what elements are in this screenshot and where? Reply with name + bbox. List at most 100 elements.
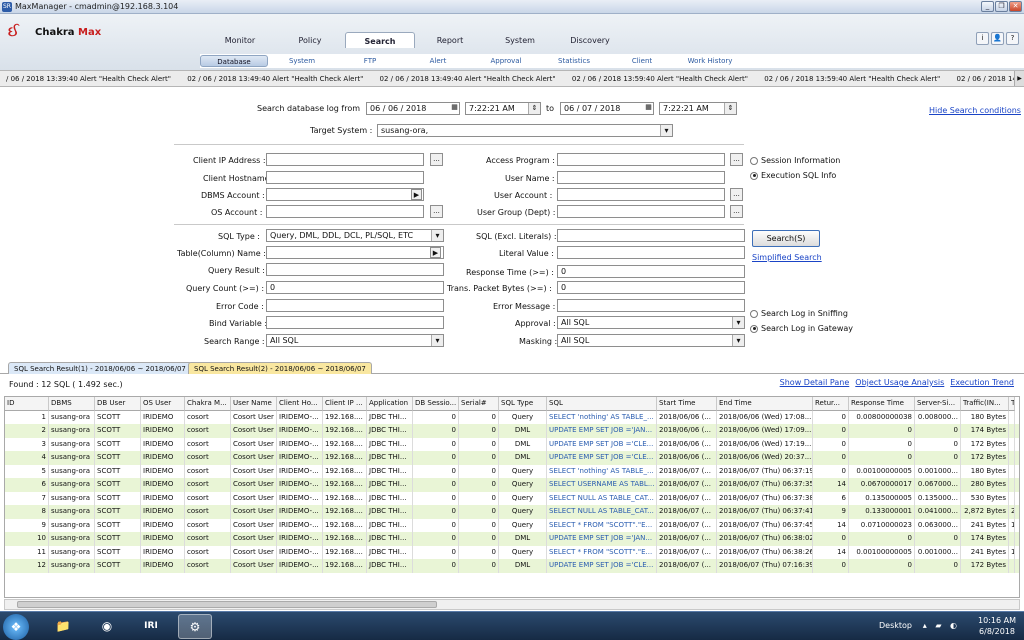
dbms-account-arrow-icon[interactable]: ▶ xyxy=(411,189,422,200)
subtab-client[interactable]: Client xyxy=(608,55,676,67)
column-header[interactable]: Client IP ... xyxy=(323,397,367,411)
literal-value-input[interactable] xyxy=(557,246,745,259)
column-header[interactable]: Application xyxy=(367,397,413,411)
column-header[interactable]: OS User xyxy=(141,397,185,411)
date-to-input[interactable]: 06 / 07 / 2018 xyxy=(560,102,654,115)
tab-system[interactable]: System xyxy=(485,32,555,48)
masking-select[interactable]: All SQL xyxy=(557,334,745,347)
search-range-select[interactable]: All SQL xyxy=(266,334,444,347)
tab-monitor[interactable]: Monitor xyxy=(205,32,275,48)
table-column-input[interactable] xyxy=(266,246,444,259)
column-header[interactable]: DB User xyxy=(95,397,141,411)
table-row[interactable]: 12 susang-ora SCOTT IRIDEMO cosort Cosort Use… xyxy=(5,559,1019,573)
column-header[interactable]: User Name xyxy=(231,397,277,411)
table-row[interactable]: 10 susang-ora SCOTT IRIDEMO cosort Cosort Use… xyxy=(5,532,1019,546)
tray-icons[interactable]: ▴ ▰ ◐ xyxy=(923,621,960,630)
execution-trend-link[interactable]: Execution Trend xyxy=(950,378,1014,387)
close-button[interactable]: ✕ xyxy=(1009,1,1022,12)
column-header[interactable]: Chakra M... xyxy=(185,397,231,411)
subtab-work-history[interactable]: Work History xyxy=(676,55,744,67)
client-hostname-input[interactable] xyxy=(266,171,424,184)
chrome-taskbar-icon[interactable]: ◉ xyxy=(90,614,124,639)
result-tab-1[interactable]: SQL Search Result(1) - 2018/06/06 ~ 2018… xyxy=(8,362,192,374)
table-row[interactable]: 6 susang-ora SCOTT IRIDEMO cosort Cosort User… xyxy=(5,478,1019,492)
column-header[interactable]: Client Ho... xyxy=(277,397,323,411)
table-column-arrow-icon[interactable]: ▶ xyxy=(430,247,441,258)
response-time-input[interactable]: 0 xyxy=(557,265,745,278)
subtab-statistics[interactable]: Statistics xyxy=(540,55,608,67)
time-to-input[interactable]: 7:22:21 AM xyxy=(659,102,737,115)
target-system-select[interactable]: susang-ora, xyxy=(377,124,673,137)
ticker-scroll-right-icon[interactable]: ▶ xyxy=(1014,71,1024,86)
tab-search[interactable]: Search xyxy=(345,32,415,48)
radio-search-log-sniffing[interactable]: Search Log in Sniffing xyxy=(750,309,848,318)
client-ip-input[interactable] xyxy=(266,153,424,166)
bind-variable-input[interactable] xyxy=(266,316,444,329)
time-from-input[interactable]: 7:22:21 AM xyxy=(465,102,541,115)
table-row[interactable]: 1 susang-ora SCOTT IRIDEMO cosort Cosort User… xyxy=(5,410,1019,424)
user-button[interactable]: 👤 xyxy=(991,32,1004,45)
simplified-search-link[interactable]: Simplified Search xyxy=(752,253,822,262)
column-header[interactable]: ID xyxy=(5,397,49,411)
subtab-ftp[interactable]: FTP xyxy=(336,55,404,67)
show-detail-pane-link[interactable]: Show Detail Pane xyxy=(780,378,850,387)
horizontal-scrollbar[interactable] xyxy=(4,599,1020,610)
help-button[interactable]: ? xyxy=(1006,32,1019,45)
table-row[interactable]: 3 susang-ora SCOTT IRIDEMO cosort Cosort User… xyxy=(5,437,1019,451)
table-row[interactable]: 5 susang-ora SCOTT IRIDEMO cosort Cosort User… xyxy=(5,464,1019,478)
client-ip-browse-button[interactable]: ... xyxy=(430,153,443,166)
column-header[interactable]: SQL Type xyxy=(499,397,547,411)
subtab-approval[interactable]: Approval xyxy=(472,55,540,67)
column-header[interactable]: DBMS xyxy=(49,397,95,411)
iri-taskbar-icon[interactable]: IRI xyxy=(134,614,168,639)
column-header[interactable]: End Time xyxy=(717,397,813,411)
user-group-input[interactable] xyxy=(557,205,725,218)
scrollbar-thumb[interactable] xyxy=(17,601,437,608)
radio-execution-sql-info[interactable]: Execution SQL Info xyxy=(750,171,836,180)
column-header[interactable]: Start Time xyxy=(657,397,717,411)
table-row[interactable]: 9 susang-ora SCOTT IRIDEMO cosort Cosort User… xyxy=(5,518,1019,532)
access-program-input[interactable] xyxy=(557,153,725,166)
trans-packet-bytes-input[interactable]: 0 xyxy=(557,281,745,294)
table-row[interactable]: 2 susang-ora SCOTT IRIDEMO cosort Cosort User… xyxy=(5,424,1019,438)
explorer-taskbar-icon[interactable]: 📁 xyxy=(46,614,80,639)
tab-discovery[interactable]: Discovery xyxy=(555,32,625,48)
column-header[interactable]: Response Time xyxy=(849,397,915,411)
column-header[interactable]: Serial# xyxy=(459,397,499,411)
dbms-account-input[interactable] xyxy=(266,188,424,201)
table-row[interactable]: 11 susang-ora SCOTT IRIDEMO cosort Cosort Use… xyxy=(5,545,1019,559)
radio-session-information[interactable]: Session Information xyxy=(750,156,840,165)
radio-search-log-gateway[interactable]: Search Log in Gateway xyxy=(750,324,853,333)
subtab-alert[interactable]: Alert xyxy=(404,55,472,67)
search-button[interactable]: Search(S) xyxy=(752,230,820,247)
subtab-database[interactable]: Database xyxy=(200,55,268,67)
table-row[interactable]: 4 susang-ora SCOTT IRIDEMO cosort Cosort User… xyxy=(5,451,1019,465)
sql-excl-literals-input[interactable] xyxy=(557,229,745,242)
access-program-browse-button[interactable]: ... xyxy=(730,153,743,166)
maximize-button[interactable]: ❐ xyxy=(995,1,1008,12)
maxmanager-taskbar-icon[interactable]: ⚙ xyxy=(178,614,212,639)
table-row[interactable]: 7 susang-ora SCOTT IRIDEMO cosort Cosort User… xyxy=(5,491,1019,505)
column-header[interactable]: DB Sessio... xyxy=(413,397,459,411)
os-account-input[interactable] xyxy=(266,205,424,218)
column-header[interactable]: Retur... xyxy=(813,397,849,411)
calendar-icon[interactable]: ▦ xyxy=(448,102,461,115)
tab-policy[interactable]: Policy xyxy=(275,32,345,48)
approval-select[interactable]: All SQL xyxy=(557,316,745,329)
subtab-system[interactable]: System xyxy=(268,55,336,67)
start-button[interactable]: ❖ xyxy=(3,614,29,640)
result-tab-2[interactable]: SQL Search Result(2) - 2018/06/06 ~ 2018… xyxy=(188,362,372,374)
user-name-input[interactable] xyxy=(557,171,725,184)
table-row[interactable]: 8 susang-ora SCOTT IRIDEMO cosort Cosort User… xyxy=(5,505,1019,519)
column-header[interactable]: Traffic(IN... xyxy=(961,397,1009,411)
info-button[interactable]: i xyxy=(976,32,989,45)
column-header[interactable]: SQL xyxy=(547,397,657,411)
error-message-input[interactable] xyxy=(557,299,745,312)
os-account-browse-button[interactable]: ... xyxy=(430,205,443,218)
column-header[interactable]: T xyxy=(1009,397,1015,411)
hide-search-conditions-link[interactable]: Hide Search conditions xyxy=(929,106,1021,115)
system-clock[interactable]: 10:16 AM 6/8/2018 xyxy=(978,615,1016,637)
query-count-input[interactable]: 0 xyxy=(266,281,444,294)
user-account-browse-button[interactable]: ... xyxy=(730,188,743,201)
tab-report[interactable]: Report xyxy=(415,32,485,48)
